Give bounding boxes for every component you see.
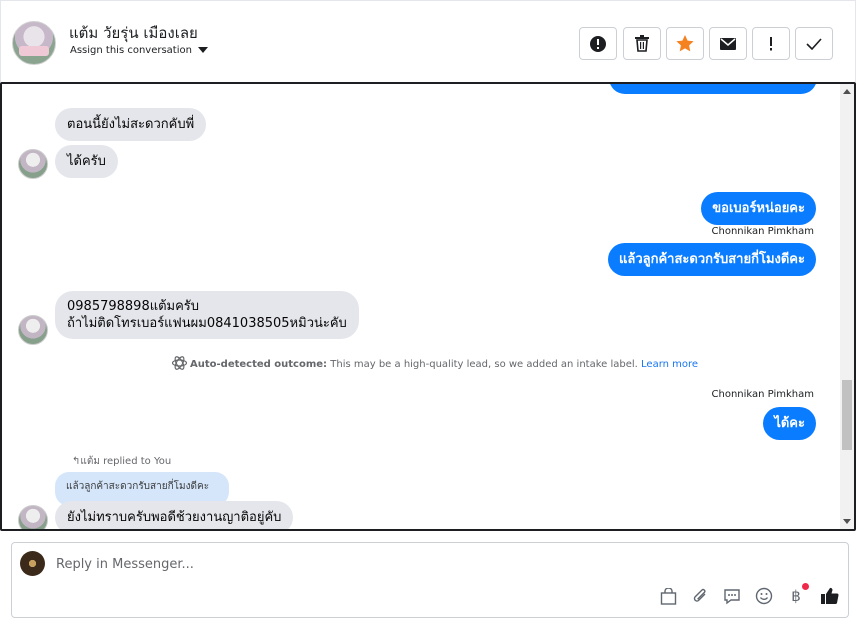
message-line: ถ้าไม่ติดโทรเบอร์แฟนผม0841038505หมิวน่ะค… (67, 316, 347, 331)
message-line: 0985798898แต้มครับ (67, 299, 200, 314)
saved-reply-icon[interactable] (721, 585, 743, 607)
auto-outcome-text: This may be a high-quality lead, so we a… (330, 359, 638, 370)
assign-conversation-dropdown[interactable]: Assign this conversation (70, 45, 208, 56)
notification-dot (802, 583, 809, 590)
contact-avatar-small (18, 315, 48, 345)
atom-icon (172, 356, 187, 370)
scrollbar-thumb[interactable] (842, 380, 852, 450)
message-bubble-incoming[interactable]: 0985798898แต้มครับ ถ้าไม่ติดโทรเบอร์แฟนผ… (55, 291, 359, 339)
like-icon[interactable] (818, 585, 840, 607)
assign-label: Assign this conversation (70, 45, 192, 56)
auto-detected-outcome-notice: Auto-detected outcome: This may be a hig… (172, 356, 698, 370)
scroll-up-arrow[interactable] (843, 89, 851, 94)
scrollbar[interactable] (840, 84, 854, 529)
sender-name: Chonnikan Pimkham (711, 226, 814, 237)
reply-input[interactable]: Reply in Messenger... (56, 557, 194, 572)
reply-meta-text: แต้ม replied to You (80, 456, 172, 467)
important-button[interactable] (752, 27, 790, 60)
message-bubble-outgoing[interactable]: แล้วลูกค้าสะดวกรับสายกี่โมงดีคะ (608, 243, 816, 276)
message-bubble-incoming[interactable]: ได้ครับ (55, 145, 118, 178)
auto-outcome-title: Auto-detected outcome: (190, 359, 328, 370)
trash-icon (635, 35, 649, 52)
checkmark-icon (806, 37, 822, 50)
conversation-header: แต้ม วัยรุ่น เมืองเลย Assign this conver… (0, 0, 856, 82)
message-bubble-outgoing[interactable]: ขอเบอร์หน่อยคะ (701, 192, 816, 225)
contact-avatar-small (18, 149, 48, 179)
message-bubble-outgoing-partial[interactable] (609, 84, 817, 94)
mark-unread-button[interactable] (709, 27, 747, 60)
delete-button[interactable] (623, 27, 661, 60)
contact-name[interactable]: แต้ม วัยรุ่น เมืองเลย (69, 21, 198, 45)
star-icon (676, 35, 694, 52)
message-thread[interactable]: ตอนนี้ยังไม่สะดวกคับพี่ ได้ครับ ขอเบอร์ห… (0, 82, 856, 531)
alert-circle-icon (590, 35, 606, 52)
exclamation-icon (770, 36, 772, 50)
envelope-icon (720, 37, 736, 50)
learn-more-link[interactable]: Learn more (641, 359, 698, 370)
message-bubble-incoming[interactable]: ยังไม่ทราบครับพอดีช้วยงานญาติอยู่คับ (55, 501, 294, 529)
attach-icon[interactable] (689, 585, 711, 607)
reply-meta: ↰แต้ม replied to You (72, 454, 171, 469)
mark-spam-button[interactable] (579, 27, 617, 60)
reply-composer[interactable]: Reply in Messenger... ฿ (11, 542, 849, 618)
sender-name: Chonnikan Pimkham (711, 389, 814, 400)
caret-down-icon (197, 47, 208, 53)
mark-done-button[interactable] (795, 27, 833, 60)
contact-avatar-small (18, 505, 48, 529)
page-avatar (20, 551, 45, 576)
message-bubble-outgoing[interactable]: ได้คะ (763, 407, 816, 440)
contact-avatar[interactable] (12, 21, 56, 65)
bag-icon[interactable] (657, 585, 679, 607)
message-bubble-incoming[interactable]: ตอนนี้ยังไม่สะดวกคับพี่ (55, 108, 207, 141)
star-button[interactable] (666, 27, 704, 60)
scroll-down-arrow[interactable] (843, 519, 851, 524)
emoji-icon[interactable] (753, 585, 775, 607)
